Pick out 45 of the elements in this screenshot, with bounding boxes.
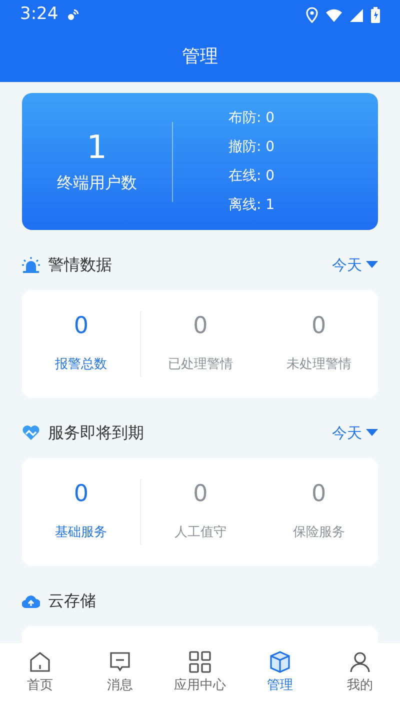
count-label: 终端用户数 — [56, 172, 137, 194]
metric-label[interactable]: 报警总数 — [22, 355, 140, 375]
location-icon — [306, 7, 318, 23]
metric-value: 0 — [192, 313, 209, 342]
metric-label[interactable]: 已处理警情 — [141, 355, 260, 375]
stat-text: 离线: 1 — [228, 196, 275, 214]
tab-item[interactable]: 首页 — [0, 643, 80, 711]
metric-value: 0 — [72, 481, 90, 510]
metric-label[interactable]: 未处理警情 — [260, 355, 378, 375]
signal-icon — [350, 8, 363, 22]
person-icon — [349, 651, 371, 673]
section-title: 云存储 — [48, 590, 96, 612]
date-filter-dropdown[interactable]: 今天 — [332, 422, 378, 444]
metric-value: 0 — [72, 313, 90, 342]
home-icon — [29, 651, 51, 673]
tab-item[interactable]: 应用中心 — [160, 643, 240, 711]
date-filter-dropdown[interactable]: 今天 — [332, 254, 378, 276]
tab-item[interactable]: 消息 — [80, 643, 160, 711]
section-title: 服务即将到期 — [48, 422, 144, 444]
tab-item[interactable]: 我的 — [320, 643, 400, 711]
user-count: 1 — [86, 128, 107, 167]
caret-icon — [366, 429, 378, 437]
tab-item[interactable]: 管理 — [240, 643, 320, 711]
grid-icon — [189, 651, 211, 673]
stat-text: 撤防: 0 — [228, 138, 275, 156]
alarm-light-icon — [22, 257, 40, 273]
metric-value: 0 — [192, 481, 209, 510]
metric-label[interactable]: 保险服务 — [260, 523, 378, 543]
wifi-icon — [326, 8, 342, 22]
metric-label[interactable]: 人工值守 — [141, 523, 260, 543]
sync-icon — [66, 8, 80, 22]
stat-text: 在线: 0 — [228, 166, 275, 186]
cloud-upload-icon — [22, 594, 40, 608]
heart-icon — [22, 425, 40, 441]
message-icon — [109, 651, 131, 673]
section-title: 警情数据 — [48, 254, 112, 276]
box-icon — [269, 651, 291, 673]
metric-label[interactable]: 基础服务 — [22, 523, 140, 543]
stat-text: 布防: 0 — [228, 108, 275, 128]
battery-icon — [371, 7, 380, 23]
clock-time: 3:24 — [20, 3, 58, 26]
page-title: 管理 — [182, 44, 218, 68]
metric-value: 0 — [310, 481, 328, 510]
metric-value: 0 — [310, 313, 328, 342]
caret-icon — [366, 261, 378, 269]
